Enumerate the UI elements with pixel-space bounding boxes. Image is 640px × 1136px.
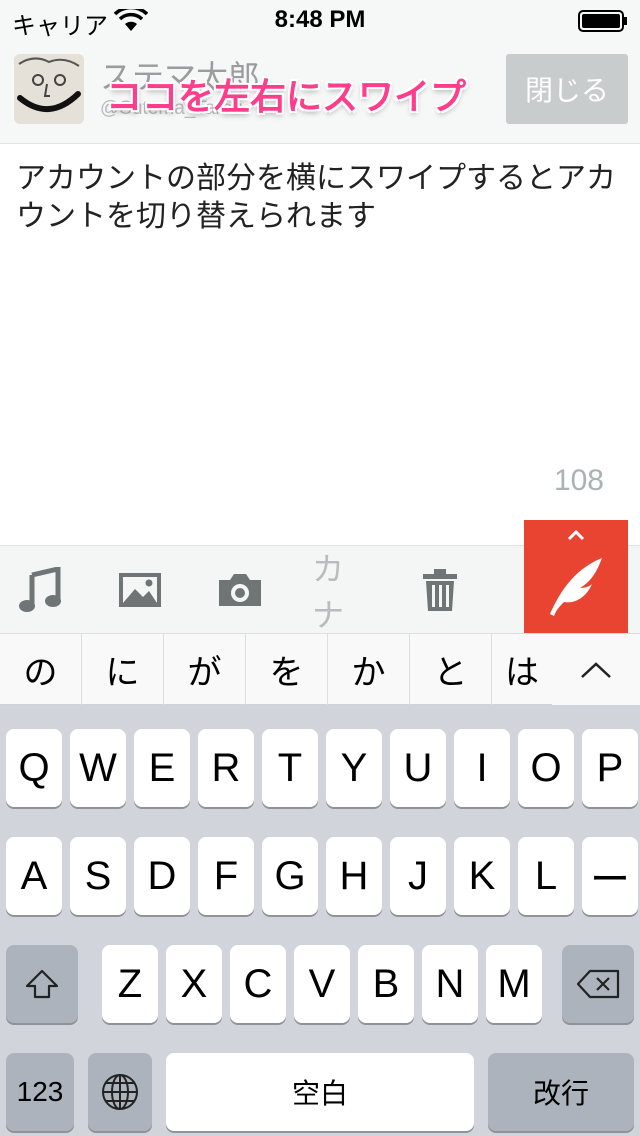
key-x[interactable]: X — [166, 945, 222, 1023]
key-t[interactable]: T — [262, 729, 318, 807]
key-p[interactable]: P — [582, 729, 638, 807]
numbers-key[interactable]: 123 — [6, 1053, 74, 1131]
candidate-bar: の に が を か と は — [0, 633, 640, 705]
key-m[interactable]: M — [486, 945, 542, 1023]
key-r[interactable]: R — [198, 729, 254, 807]
status-time: 8:48 PM — [274, 6, 366, 33]
account-switcher[interactable]: ステマ太郎 @Sutema_Tarou ココを左右にスワイプ 閉じる — [0, 40, 640, 144]
music-note-icon[interactable] — [12, 562, 68, 618]
swipe-annotation: ココを左右にスワイプ — [106, 77, 467, 118]
expand-candidates-button[interactable] — [552, 634, 640, 705]
camera-icon[interactable] — [212, 562, 268, 618]
kana-label: カナ — [312, 550, 345, 634]
candidate-item[interactable]: が — [164, 634, 246, 705]
candidate-item[interactable]: は — [492, 634, 552, 705]
status-bar: キャリア 8:48 PM — [0, 0, 640, 40]
key-z[interactable]: Z — [102, 945, 158, 1023]
candidate-item[interactable]: か — [328, 634, 410, 705]
quill-icon — [550, 558, 602, 616]
shift-key[interactable] — [6, 945, 78, 1023]
key-f[interactable]: F — [198, 837, 254, 915]
key-g[interactable]: G — [262, 837, 318, 915]
avatar — [14, 54, 84, 124]
chevron-up-icon — [581, 661, 611, 678]
battery-icon — [578, 10, 627, 32]
trash-icon[interactable] — [412, 562, 468, 618]
key-s[interactable]: S — [70, 837, 126, 915]
key-u[interactable]: U — [390, 729, 446, 807]
key-v[interactable]: V — [294, 945, 350, 1023]
globe-icon — [102, 1074, 138, 1110]
key-long-vowel[interactable]: ー — [582, 837, 638, 915]
key-o[interactable]: O — [518, 729, 574, 807]
key-a[interactable]: A — [6, 837, 62, 915]
key-d[interactable]: D — [134, 837, 190, 915]
backspace-key[interactable] — [562, 945, 634, 1023]
key-j[interactable]: J — [390, 837, 446, 915]
compose-textarea[interactable]: アカウントの部分を横にスワイプするとアカウントを切り替えられます — [16, 160, 624, 236]
avatar-face-icon — [14, 54, 84, 124]
key-c[interactable]: C — [230, 945, 286, 1023]
candidate-item[interactable]: に — [82, 634, 164, 705]
char-count: 108 — [553, 464, 604, 497]
return-key[interactable]: 改行 — [488, 1053, 634, 1131]
key-l[interactable]: L — [518, 837, 574, 915]
candidate-item[interactable]: の — [0, 634, 82, 705]
key-w[interactable]: W — [70, 729, 126, 807]
keyboard: Q W E R T Y U I O P A S D F G H J K L ー … — [0, 705, 640, 1136]
candidate-item[interactable]: を — [246, 634, 328, 705]
backspace-icon — [576, 969, 620, 999]
space-key[interactable]: 空白 — [166, 1053, 474, 1131]
key-n[interactable]: N — [422, 945, 478, 1023]
kana-icon[interactable]: カナ — [312, 550, 368, 634]
close-button[interactable]: 閉じる — [506, 54, 628, 124]
key-k[interactable]: K — [454, 837, 510, 915]
candidate-item[interactable]: と — [410, 634, 492, 705]
key-b[interactable]: B — [358, 945, 414, 1023]
key-h[interactable]: H — [326, 837, 382, 915]
key-y[interactable]: Y — [326, 729, 382, 807]
image-icon[interactable] — [112, 562, 168, 618]
globe-key[interactable] — [88, 1053, 152, 1131]
key-e[interactable]: E — [134, 729, 190, 807]
chevron-up-icon[interactable] — [566, 528, 586, 542]
key-q[interactable]: Q — [6, 729, 62, 807]
shift-arrow-icon — [25, 969, 59, 999]
key-i[interactable]: I — [454, 729, 510, 807]
